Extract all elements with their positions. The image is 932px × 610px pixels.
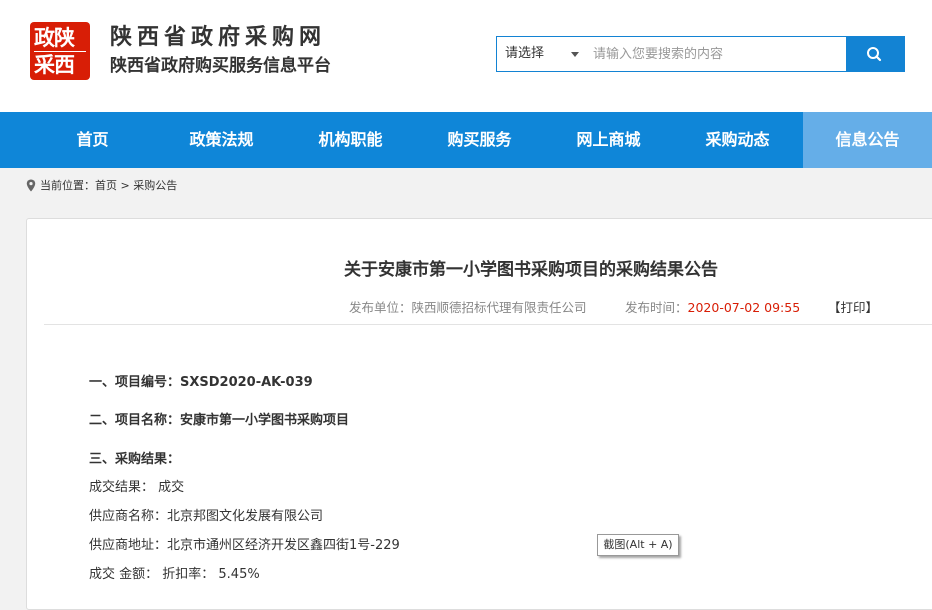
breadcrumb: 当前位置：首页 > 采购公告: [0, 168, 932, 204]
content-deal-amount: 成交 金额： 折扣率： 5.45%: [89, 567, 260, 582]
article-title: 关于安康市第一小学图书采购项目的采购结果公告: [344, 260, 718, 280]
search-category-select[interactable]: 请选择: [497, 37, 593, 71]
nav-item-services[interactable]: 购买服务: [415, 112, 544, 168]
logo-line-2: 采西: [34, 53, 75, 77]
chevron-down-icon: [571, 52, 579, 57]
nav-item-home[interactable]: 首页: [28, 112, 157, 168]
content-supplier-address: 供应商地址：北京市通州区经济开发区鑫四街1号-229: [89, 538, 400, 553]
content-result-heading: 三、采购结果：: [89, 452, 181, 467]
content-project-name: 二、项目名称：安康市第一小学图书采购项目: [89, 413, 350, 428]
site-header: 政陕 采西 陕西省政府采购网 陕西省政府购买服务信息平台 请选择: [0, 0, 932, 112]
content-deal-result: 成交结果： 成交: [89, 480, 185, 495]
content-supplier-name: 供应商名称：北京邦图文化发展有限公司: [89, 509, 324, 524]
title-divider: [44, 324, 932, 325]
site-subtitle: 陕西省政府购买服务信息平台: [110, 56, 331, 76]
content-project-number: 一、项目编号：SXSD2020-AK-039: [89, 375, 313, 390]
nav-item-mall[interactable]: 网上商城: [544, 112, 673, 168]
nav-item-news[interactable]: 采购动态: [673, 112, 802, 168]
time-label: 发布时间：: [625, 300, 688, 315]
breadcrumb-current[interactable]: 采购公告: [133, 179, 177, 192]
breadcrumb-separator: >: [120, 179, 130, 192]
location-pin-icon: [26, 179, 36, 192]
search-bar: 请选择: [496, 36, 905, 72]
logo-line-1: 政陕: [34, 26, 75, 50]
breadcrumb-home-link[interactable]: 首页: [95, 179, 117, 192]
screenshot-tooltip: 截图(Alt + A): [597, 534, 679, 556]
article-publisher: 发布单位：陕西顺德招标代理有限责任公司: [349, 297, 587, 316]
search-icon: [867, 47, 882, 62]
search-input[interactable]: [587, 39, 849, 69]
search-category-label: 请选择: [505, 46, 545, 61]
site-title: 陕西省政府采购网: [110, 25, 327, 50]
nav-item-institutions[interactable]: 机构职能: [286, 112, 415, 168]
nav-item-policy[interactable]: 政策法规: [157, 112, 286, 168]
publish-time-value: 2020-07-02 09:55: [687, 300, 801, 315]
article-publish-time: 发布时间：2020-07-02 09:55: [625, 297, 800, 316]
publisher-name: 陕西顺德招标代理有限责任公司: [411, 300, 587, 315]
publisher-label: 发布单位：: [349, 300, 412, 315]
print-button[interactable]: 【打印】: [828, 297, 878, 316]
search-button[interactable]: [846, 37, 904, 71]
main-nav: 首页 政策法规 机构职能 购买服务 网上商城 采购动态 信息公告: [0, 112, 932, 168]
nav-item-announcements[interactable]: 信息公告: [803, 112, 932, 168]
site-logo[interactable]: 政陕 采西: [30, 22, 90, 80]
breadcrumb-label: 当前位置：: [40, 179, 95, 192]
